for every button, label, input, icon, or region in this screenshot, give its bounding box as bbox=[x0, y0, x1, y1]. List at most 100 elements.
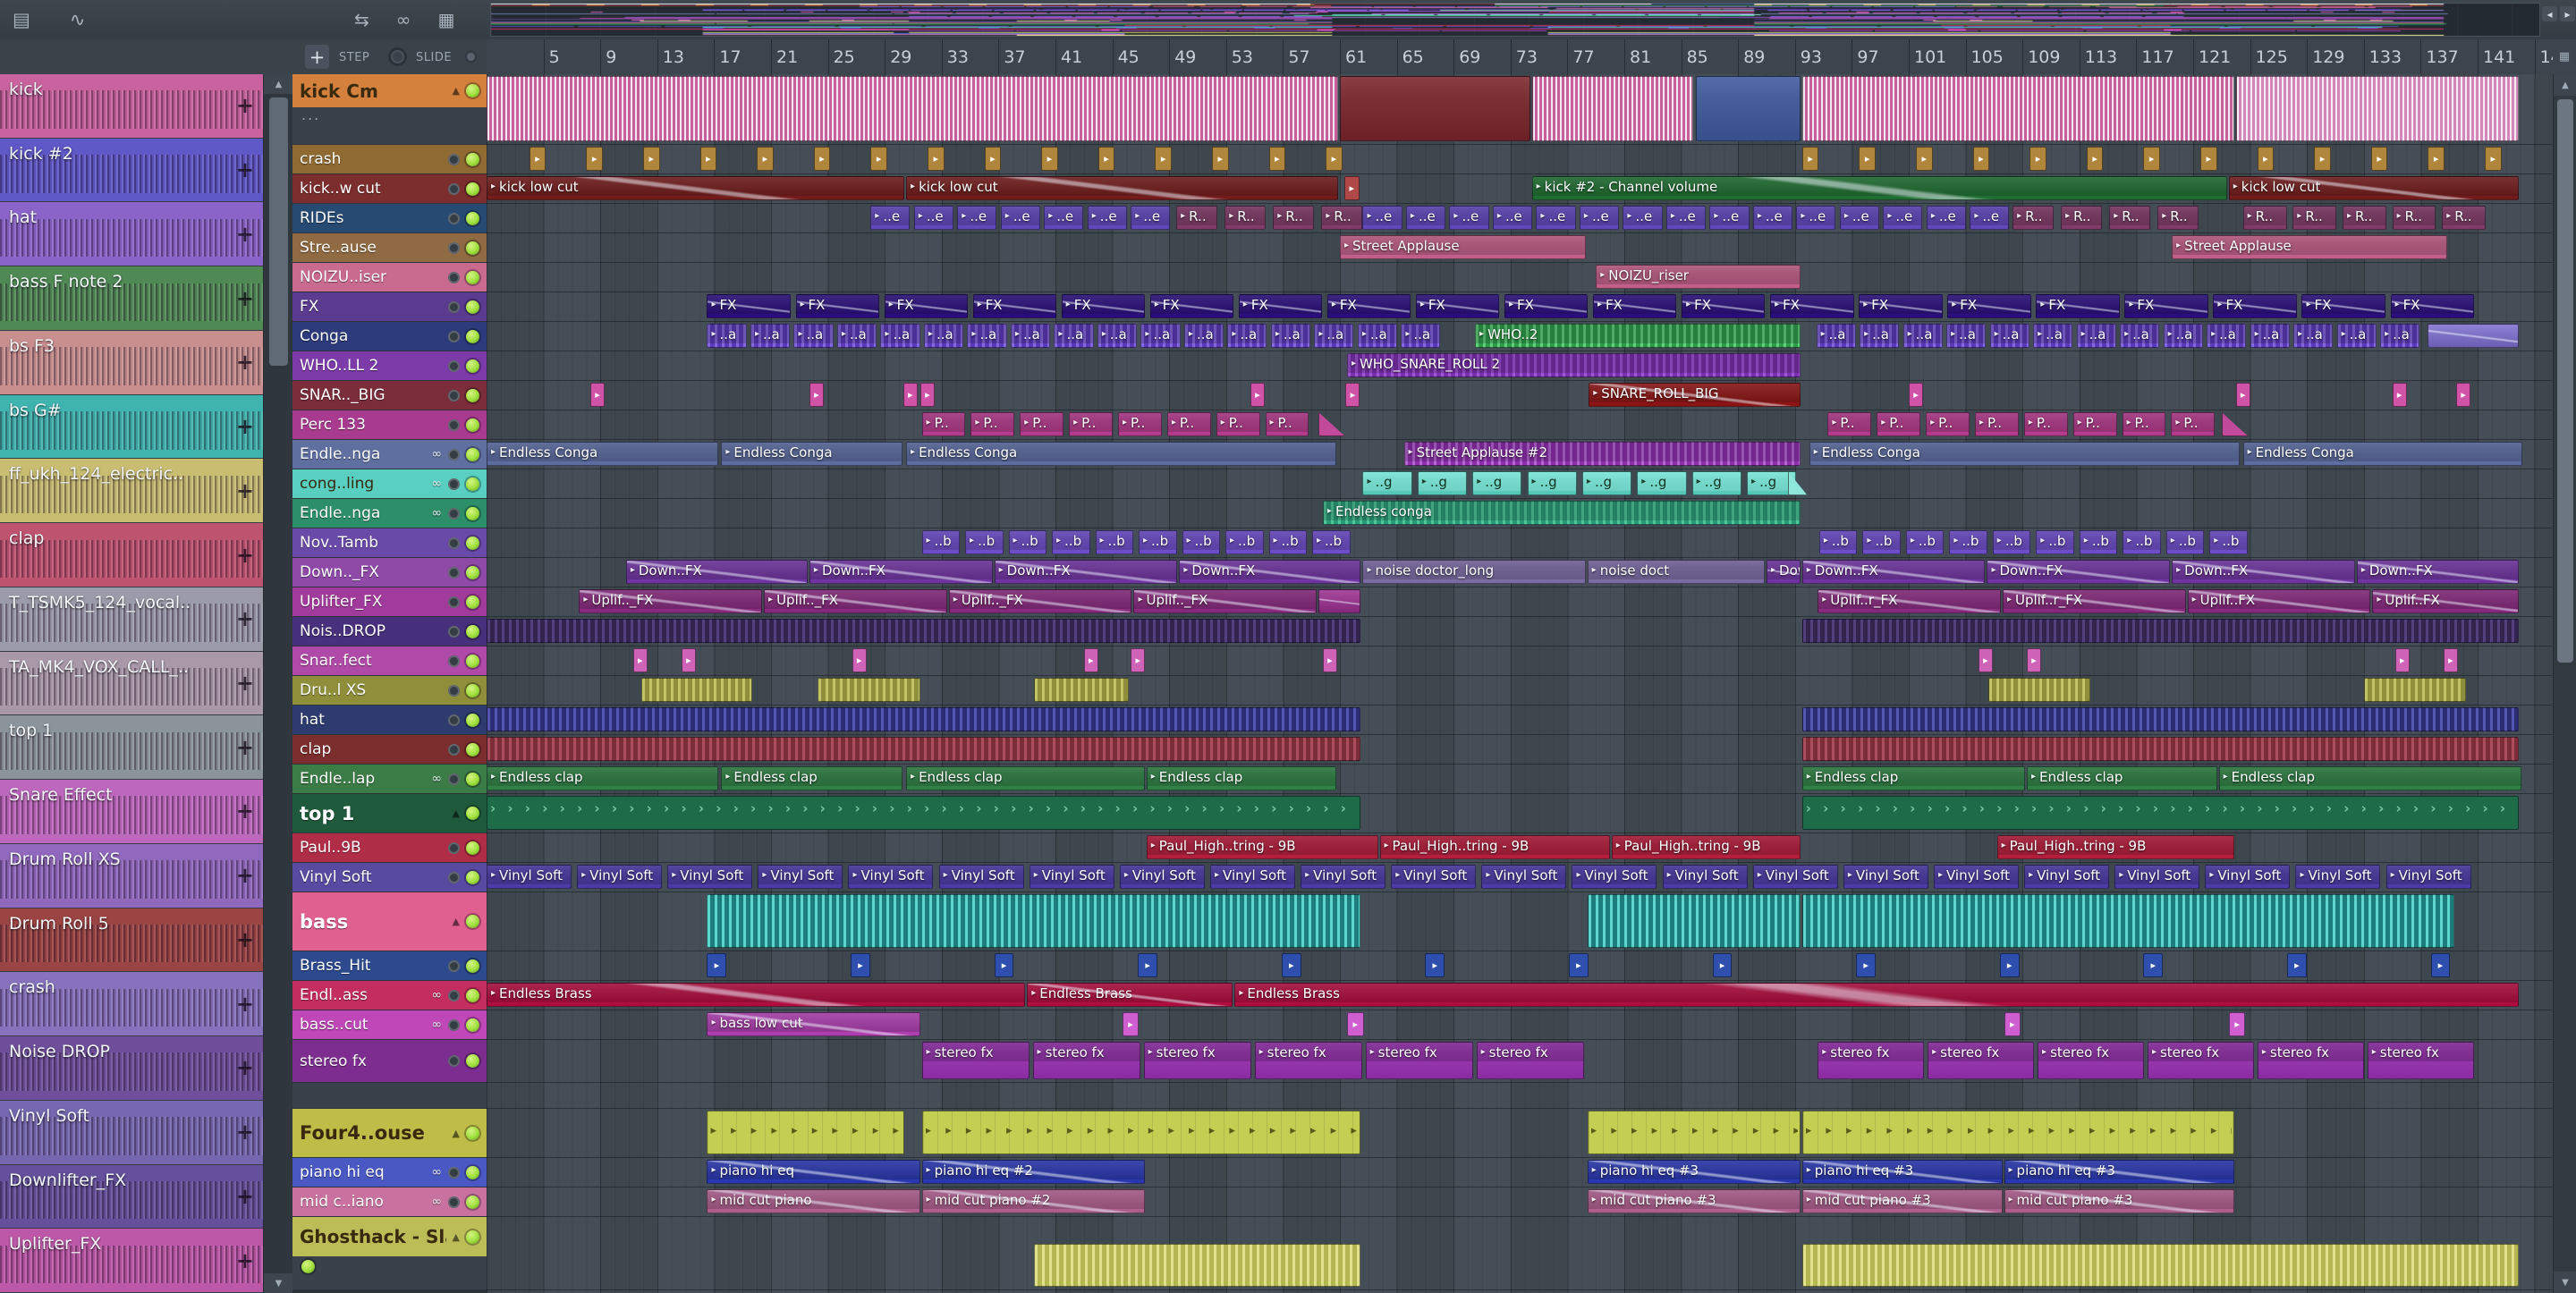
clip-b[interactable]: ▸ ..b bbox=[1949, 530, 1987, 554]
clip[interactable] bbox=[487, 76, 1338, 141]
pan-knob[interactable] bbox=[448, 625, 460, 638]
clip[interactable]: ▸ bbox=[902, 383, 918, 407]
clip-fx[interactable]: ▸FX bbox=[1504, 294, 1589, 318]
pan-knob[interactable] bbox=[448, 359, 460, 372]
track-lane[interactable] bbox=[487, 1083, 2553, 1109]
clip-e[interactable]: ▸ ..e bbox=[1000, 206, 1040, 230]
mute-led[interactable] bbox=[466, 84, 479, 97]
clip-b[interactable]: ▸ ..b bbox=[2209, 530, 2248, 554]
clip-fx[interactable]: ▸FX bbox=[1770, 294, 1854, 318]
track-header-snar-big[interactable]: SNAR.._BIG bbox=[292, 381, 487, 410]
clip-a[interactable]: ▸ ..a bbox=[1989, 324, 2029, 348]
pan-knob[interactable] bbox=[448, 989, 460, 1001]
clip-a[interactable]: ▸ ..a bbox=[1183, 324, 1224, 348]
swap-icon[interactable]: ⇆ bbox=[354, 11, 369, 29]
clip-e[interactable]: ▸ ..e bbox=[1709, 206, 1750, 230]
clip-a[interactable]: ▸ ..a bbox=[793, 324, 834, 348]
clip[interactable] bbox=[1801, 894, 2455, 948]
collapse-icon[interactable]: ▲ bbox=[453, 807, 460, 819]
mute-led[interactable] bbox=[466, 152, 479, 166]
clip-a[interactable]: ▸ ..a bbox=[836, 324, 877, 348]
track-lane-conga[interactable]: ▸ ..a ▸ ..a ▸ ..a ▸ ..a ▸ ..a ▸ ..a ▸ ..a ▸ ..a ▸ ..a ▸ ..a… bbox=[487, 322, 2553, 351]
clip[interactable]: ▸ bbox=[1972, 147, 1990, 171]
clip-a[interactable]: ▸ ..a bbox=[1946, 324, 1987, 348]
scroll-left-icon[interactable]: ◂ bbox=[2542, 6, 2557, 21]
mute-led[interactable] bbox=[466, 772, 479, 786]
clip-uplif-fx[interactable]: ▸Uplif.._FX bbox=[579, 589, 763, 613]
clip-e[interactable]: ▸ ..e bbox=[1087, 206, 1127, 230]
track-header-kick-w-cut[interactable]: kick..w cut bbox=[292, 174, 487, 203]
clip[interactable] bbox=[487, 619, 1361, 643]
clip-vinyl-soft[interactable]: ▸ Vinyl Soft bbox=[2385, 865, 2471, 889]
clip-street-applause[interactable]: ▸ Street Applause bbox=[1340, 235, 1586, 259]
clip[interactable] bbox=[1034, 678, 1130, 702]
clip-noizu-riser[interactable]: ▸ NOIZU_riser bbox=[1596, 265, 1801, 289]
mute-led[interactable] bbox=[466, 595, 479, 609]
clip-vinyl-soft[interactable]: ▸ Vinyl Soft bbox=[1572, 865, 1657, 889]
track-header-bass-cut[interactable]: bass..cut ∞ bbox=[292, 1010, 487, 1039]
clip-a[interactable]: ▸ ..a bbox=[750, 324, 791, 348]
clip-kick-low-cut[interactable]: ▸kick low cut bbox=[2228, 176, 2519, 200]
clip-a[interactable]: ▸ ..a bbox=[2380, 324, 2420, 348]
clip-vinyl-soft[interactable]: ▸ Vinyl Soft bbox=[2205, 865, 2291, 889]
track-header-bass[interactable]: bass ▲ bbox=[292, 892, 487, 951]
clip-fx[interactable]: ▸FX bbox=[1859, 294, 1943, 318]
clip-b[interactable]: ▸ ..b bbox=[921, 530, 961, 554]
track-header-nois-drop[interactable]: Nois..DROP bbox=[292, 617, 487, 646]
clip-p[interactable]: ▸ P.. bbox=[1117, 412, 1162, 436]
clip-uplif-fx[interactable]: ▸Uplif..FX bbox=[2187, 589, 2371, 613]
clip-vinyl-soft[interactable]: ▸ Vinyl Soft bbox=[1301, 865, 1386, 889]
clip-stereo-fx[interactable]: ▸ stereo fx bbox=[921, 1042, 1030, 1079]
clip[interactable] bbox=[2428, 324, 2519, 348]
track-lane-dru-l-xs[interactable] bbox=[487, 676, 2553, 706]
clip-stereo-fx[interactable]: ▸ stereo fx bbox=[1365, 1042, 1474, 1079]
clip[interactable] bbox=[1801, 737, 2519, 761]
clip[interactable]: ▸ bbox=[813, 147, 831, 171]
clip-e[interactable]: ▸ ..e bbox=[1665, 206, 1706, 230]
picker-item-noise-drop[interactable]: Noise DROP + bbox=[0, 1036, 263, 1100]
clip[interactable]: ▸ bbox=[632, 648, 648, 672]
clip-fx[interactable]: ▸FX bbox=[2036, 294, 2120, 318]
track-lane-crash[interactable]: ▸ ▸ ▸ ▸ ▸ ▸ ▸ ▸ ▸ ▸ ▸ ▸ ▸ ▸ ▸ ▸ ▸ ▸ ▸ ▸ ▸ ▸ ▸ ▸ ▸ ▸ ▸ ▸ bbox=[487, 145, 2553, 174]
clip[interactable]: ▸ bbox=[2199, 147, 2217, 171]
clip-r[interactable]: ▸ R.. bbox=[1321, 206, 1363, 230]
collapse-icon[interactable]: ▲ bbox=[453, 85, 460, 97]
track-header-ghosthack-slap[interactable]: Ghosthack - Slap.. ▲ bbox=[292, 1217, 487, 1289]
clip[interactable]: ▸ bbox=[1915, 147, 1933, 171]
clip-snare-roll-big[interactable]: ▸SNARE_ROLL_BIG bbox=[1589, 383, 1801, 407]
clip-down-fx[interactable]: ▸Down..FX bbox=[994, 560, 1178, 584]
track-header-nov-tamb[interactable]: Nov..Tamb bbox=[292, 528, 487, 557]
clip-mid-cut-piano-3[interactable]: ▸mid cut piano #3 bbox=[1801, 1189, 2003, 1213]
clip-who-snare-roll-2[interactable]: ▸ WHO_SNARE_ROLL 2 bbox=[1346, 353, 1801, 377]
clip-vinyl-soft[interactable]: ▸ Vinyl Soft bbox=[758, 865, 843, 889]
arrangement-overview[interactable] bbox=[490, 3, 2540, 37]
clip-endless-brass[interactable]: ▸Endless Brass bbox=[487, 983, 1026, 1007]
add-button[interactable]: + bbox=[305, 45, 329, 69]
clip[interactable] bbox=[487, 737, 1361, 761]
clip[interactable]: ▸ bbox=[2430, 953, 2451, 977]
clip-endless-clap[interactable]: ▸ Endless clap bbox=[1801, 766, 2025, 790]
clip[interactable]: ▸ bbox=[529, 147, 547, 171]
clip[interactable]: ▸ bbox=[1346, 1012, 1364, 1036]
clip-down-fx[interactable]: ▸Down..FX bbox=[2172, 560, 2355, 584]
clip-e[interactable]: ▸ ..e bbox=[1449, 206, 1489, 230]
mute-led[interactable] bbox=[466, 624, 479, 638]
clip-fx[interactable]: ▸FX bbox=[1947, 294, 2031, 318]
clip[interactable]: ▸ bbox=[919, 383, 935, 407]
clip[interactable] bbox=[487, 707, 1361, 731]
pan-knob[interactable] bbox=[448, 389, 460, 401]
picker-item-drum-roll-5[interactable]: Drum Roll 5 + bbox=[0, 908, 263, 972]
clip-paul-high-tring-9b[interactable]: ▸ Paul_High..tring - 9B bbox=[1611, 835, 1801, 859]
clip-vinyl-soft[interactable]: ▸ Vinyl Soft bbox=[667, 865, 753, 889]
clip-g[interactable]: ▸ ..g bbox=[1691, 471, 1741, 495]
clip-e[interactable]: ▸ ..e bbox=[1044, 206, 1084, 230]
clip[interactable] bbox=[641, 678, 752, 702]
clip-endless-conga[interactable]: ▸ Endless Conga bbox=[487, 442, 718, 466]
clip-p[interactable]: ▸ P.. bbox=[1166, 412, 1211, 436]
clip-a[interactable]: ▸ ..a bbox=[2293, 324, 2334, 348]
clip-e[interactable]: ▸ ..e bbox=[1492, 206, 1533, 230]
collapse-icon[interactable]: ▲ bbox=[453, 916, 460, 927]
pan-knob[interactable] bbox=[448, 714, 460, 726]
clip-e[interactable]: ▸ ..e bbox=[1883, 206, 1923, 230]
clip-vinyl-soft[interactable]: ▸ Vinyl Soft bbox=[487, 865, 572, 889]
